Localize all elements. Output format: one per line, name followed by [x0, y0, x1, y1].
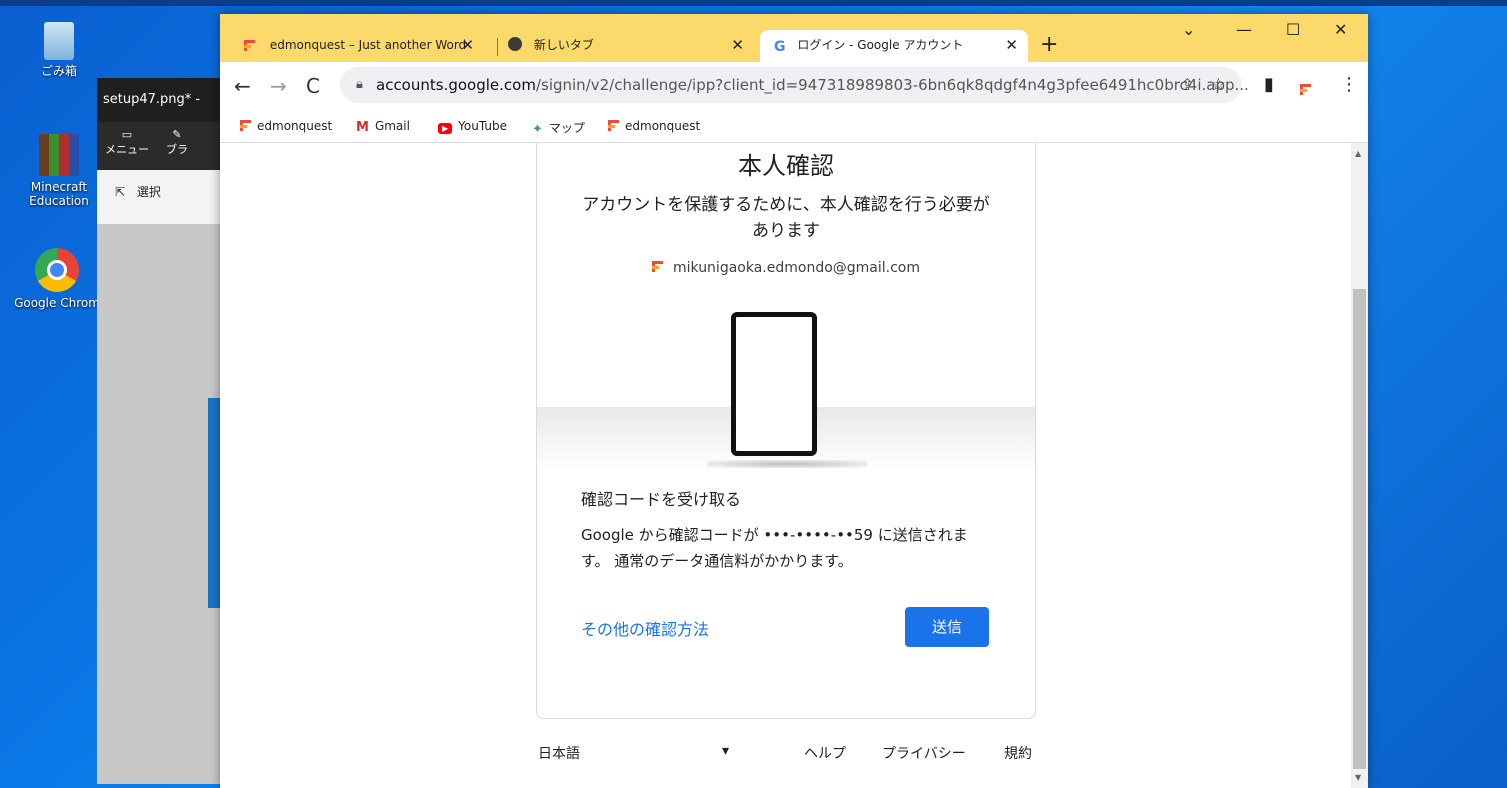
- share-icon[interactable]: ⇪: [1181, 67, 1194, 103]
- scroll-up-arrow-icon[interactable]: ▲: [1355, 149, 1361, 158]
- tab-close-icon[interactable]: ✕: [1005, 30, 1018, 60]
- bookmark-edmonquest[interactable]: edmonquest: [240, 119, 332, 135]
- url-host: accounts.google.com: [376, 76, 536, 94]
- phone-illustration: [537, 304, 1035, 470]
- chrome-icon: [35, 248, 79, 292]
- tab-close-icon[interactable]: ✕: [731, 30, 744, 60]
- desktop-icon-label: ごみ箱: [40, 64, 77, 78]
- browser-toolbar: ← → C 🔒︎ accounts.google.com/signin/v2/c…: [220, 62, 1368, 112]
- section-body: Google から確認コードが •••-••••-••59 に送信されます。 通…: [581, 526, 968, 570]
- phone-icon: [731, 312, 817, 456]
- terms-link[interactable]: 規約: [1004, 743, 1032, 763]
- account-avatar-icon: [651, 261, 663, 272]
- reload-icon[interactable]: C: [306, 74, 320, 98]
- paint-ribbon: ▭ メニュー ✎ ブラ: [97, 122, 227, 170]
- section-title: 確認コードを受け取る: [581, 490, 742, 509]
- bookmark-label: Gmail: [374, 119, 410, 133]
- desktop-icon-minecraft[interactable]: Minecraft Education: [14, 134, 104, 208]
- page-title: 本人確認: [738, 152, 834, 180]
- maximize-button[interactable]: ☐: [1286, 20, 1300, 39]
- desktop-icon-recycle-bin[interactable]: ごみ箱: [14, 22, 104, 78]
- tab-search-chevron-icon[interactable]: ⌄: [1182, 20, 1195, 39]
- tab-new-tab[interactable]: 新しいタブ ✕: [502, 30, 754, 62]
- edmonquest-favicon: [608, 120, 619, 135]
- edmonquest-favicon: [244, 32, 258, 51]
- tab-label: ログイン - Google アカウント: [797, 38, 964, 52]
- lock-icon: 🔒︎: [356, 77, 363, 92]
- bookmark-edmonquest-2[interactable]: edmonquest: [608, 119, 700, 135]
- language-select[interactable]: 日本語 ▾: [538, 743, 738, 763]
- help-link[interactable]: ヘルプ: [804, 743, 846, 763]
- back-icon[interactable]: ←: [234, 74, 251, 98]
- paint-brush-label: ブラ: [166, 143, 188, 156]
- chrome-menu-icon[interactable]: ⋮: [1340, 74, 1358, 95]
- maps-icon: ✦: [532, 122, 543, 137]
- paint-select-tool[interactable]: ⇱ 選択: [97, 170, 227, 224]
- minimize-button[interactable]: —: [1236, 20, 1252, 39]
- paint-menu-label: メニュー: [105, 143, 149, 156]
- recycle-bin-icon: [44, 22, 74, 60]
- tab-label: edmonquest – Just another Word: [269, 38, 467, 52]
- edmonquest-favicon: [240, 120, 251, 135]
- tab-close-icon[interactable]: ✕: [461, 30, 474, 60]
- phone-shadow: [707, 460, 867, 468]
- paint-brush-button[interactable]: ✎ ブラ: [157, 122, 197, 157]
- close-window-button[interactable]: ✕: [1334, 20, 1347, 39]
- brush-icon: ✎: [172, 128, 182, 141]
- vertical-scrollbar[interactable]: ▲ ▼: [1351, 143, 1368, 788]
- account-chip[interactable]: mikunigaoka.edmondo@gmail.com: [537, 260, 1035, 276]
- address-bar[interactable]: 🔒︎ accounts.google.com/signin/v2/challen…: [340, 67, 1249, 103]
- verification-card: 本人確認 アカウントを保護するために、本人確認を行う必要があります mikuni…: [536, 143, 1036, 719]
- scrollbar-thumb[interactable]: [1353, 289, 1366, 769]
- youtube-icon: ▶: [438, 123, 453, 134]
- paint-title: setup47.png* -: [97, 78, 227, 122]
- desktop-icon-label: Google Chrom: [14, 296, 100, 310]
- bookmark-maps[interactable]: ✦ マップ: [532, 119, 585, 137]
- cursor-icon: ⇱: [115, 185, 126, 199]
- other-method-link[interactable]: その他の確認方法: [581, 616, 709, 640]
- bookmark-star-icon[interactable]: ☆: [1211, 67, 1226, 103]
- account-email: mikunigaoka.edmondo@gmail.com: [672, 260, 921, 276]
- tab-google-login[interactable]: G ログイン - Google アカウント ✕: [760, 30, 1028, 62]
- desktop-top-edge: [0, 0, 1507, 6]
- language-label: 日本語: [538, 746, 580, 762]
- tab-bar: edmonquest – Just another Word ✕ 新しいタブ ✕…: [220, 14, 1368, 62]
- google-favicon: G: [774, 39, 786, 55]
- paint-menu-button[interactable]: ▭ メニュー: [97, 122, 157, 157]
- chrome-window[interactable]: edmonquest – Just another Word ✕ 新しいタブ ✕…: [220, 14, 1368, 788]
- gmail-icon: M: [356, 120, 369, 135]
- tab-edmonquest[interactable]: edmonquest – Just another Word ✕: [230, 30, 486, 62]
- privacy-link[interactable]: プライバシー: [882, 743, 966, 763]
- bookmark-label: マップ: [548, 121, 585, 135]
- desktop-icon-label: Minecraft Education: [29, 180, 89, 208]
- dropdown-arrow-icon: ▾: [722, 743, 730, 759]
- bookmark-label: edmonquest: [257, 119, 333, 133]
- paint-select-label: 選択: [136, 185, 161, 199]
- bookmark-gmail[interactable]: M Gmail: [356, 119, 410, 135]
- bookmark-youtube[interactable]: ▶ YouTube: [438, 119, 507, 134]
- tab-separator: [497, 38, 498, 56]
- page-content: 本人確認 アカウントを保護するために、本人確認を行う必要があります mikuni…: [220, 143, 1351, 788]
- bookmark-label: edmonquest: [625, 119, 701, 133]
- send-button[interactable]: 送信: [905, 607, 989, 647]
- side-panel-icon[interactable]: ▮: [1264, 74, 1274, 95]
- url-path: /signin/v2/challenge/ipp?client_id=94731…: [535, 76, 1249, 94]
- desktop-icon-chrome[interactable]: Google Chrom: [12, 248, 102, 310]
- scroll-down-arrow-icon[interactable]: ▼: [1355, 773, 1361, 782]
- paint-canvas-blue-edge: [208, 398, 220, 608]
- folder-icon: ▭: [121, 128, 133, 141]
- forward-icon[interactable]: →: [270, 74, 287, 98]
- minecraft-education-icon: [39, 134, 79, 176]
- bookmark-label: YouTube: [458, 119, 507, 133]
- chrome-tab-icon: [508, 37, 522, 51]
- paint-window[interactable]: setup47.png* - ▭ メニュー ✎ ブラ ⇱ 選択: [97, 78, 227, 784]
- extension-edmonquest-icon[interactable]: [1300, 79, 1311, 100]
- address-url: accounts.google.com/signin/v2/challenge/…: [376, 67, 1249, 103]
- bookmarks-bar: edmonquest M Gmail ▶ YouTube ✦ マップ edmonque…: [220, 112, 1368, 143]
- page-subtitle: アカウントを保護するために、本人確認を行う必要があります: [582, 195, 990, 241]
- new-tab-button[interactable]: +: [1040, 30, 1058, 60]
- tab-label: 新しいタブ: [533, 38, 594, 52]
